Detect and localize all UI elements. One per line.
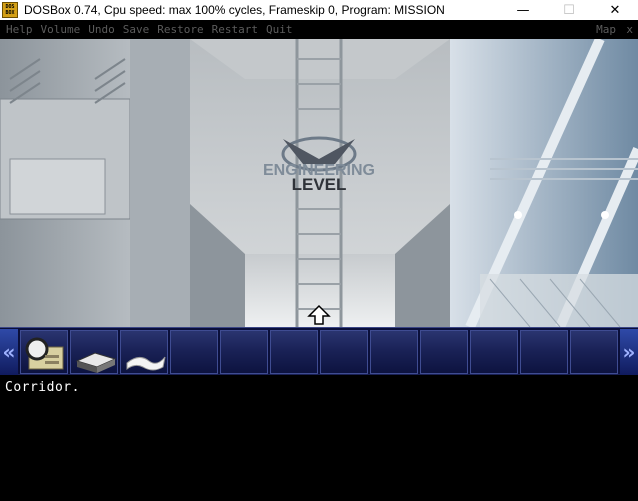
close-button[interactable]: ✕ (592, 0, 638, 20)
minimize-button[interactable]: — (500, 0, 546, 20)
location-description: Corridor. (5, 380, 80, 395)
menu-map[interactable]: Map (596, 23, 616, 36)
inventory-scroll-right[interactable]: » (620, 329, 638, 375)
dosbox-icon: DOS BOX (2, 2, 18, 18)
scene-view[interactable]: ENGINEERING LEVEL (0, 39, 638, 327)
light-1 (514, 211, 522, 219)
inventory-slot-1[interactable] (20, 330, 68, 374)
inventory-slot-2[interactable] (70, 330, 118, 374)
inventory-slot-12[interactable] (570, 330, 618, 374)
menu-save[interactable]: Save (123, 23, 150, 36)
menu-restore[interactable]: Restore (157, 23, 203, 36)
corridor-scene: ENGINEERING LEVEL (0, 39, 638, 327)
inventory-slot-8[interactable] (370, 330, 418, 374)
inventory-slot-11[interactable] (520, 330, 568, 374)
menu-volume[interactable]: Volume (41, 23, 81, 36)
left-drawer (9, 158, 106, 215)
window-titlebar: DOS BOX DOSBox 0.74, Cpu speed: max 100%… (0, 0, 638, 20)
railing (480, 274, 638, 327)
inventory-slot-10[interactable] (470, 330, 518, 374)
menu-restart[interactable]: Restart (212, 23, 258, 36)
book-icon (75, 352, 117, 373)
inventory-slot-9[interactable] (420, 330, 468, 374)
menu-help[interactable]: Help (6, 23, 33, 36)
double-chevron-right-icon: » (622, 340, 636, 364)
description-area: Corridor. (0, 375, 638, 501)
menu-undo[interactable]: Undo (88, 23, 115, 36)
menu-quit[interactable]: Quit (266, 23, 293, 36)
game-menu-bar: Help Volume Undo Save Restore Restart Qu… (0, 20, 638, 39)
inventory-bar: « » (0, 327, 638, 375)
left-column (130, 39, 190, 327)
inventory-scroll-left[interactable]: « (0, 329, 18, 375)
sign-level: LEVEL (292, 175, 347, 194)
window-title: DOSBox 0.74, Cpu speed: max 100% cycles,… (24, 3, 445, 17)
inventory-slot-6[interactable] (270, 330, 318, 374)
id-card-icon (25, 337, 64, 370)
paper-icon (126, 356, 166, 371)
menu-close[interactable]: x (626, 23, 633, 36)
window-controls: — ☐ ✕ (500, 0, 638, 20)
inventory-slot-3[interactable] (120, 330, 168, 374)
inventory-slot-7[interactable] (320, 330, 368, 374)
double-chevron-left-icon: « (2, 340, 16, 364)
icon-label-bottom: BOX (5, 10, 15, 16)
inventory-slot-5[interactable] (220, 330, 268, 374)
maximize-button[interactable]: ☐ (546, 0, 592, 20)
inventory-slot-4[interactable] (170, 330, 218, 374)
light-2 (601, 211, 609, 219)
